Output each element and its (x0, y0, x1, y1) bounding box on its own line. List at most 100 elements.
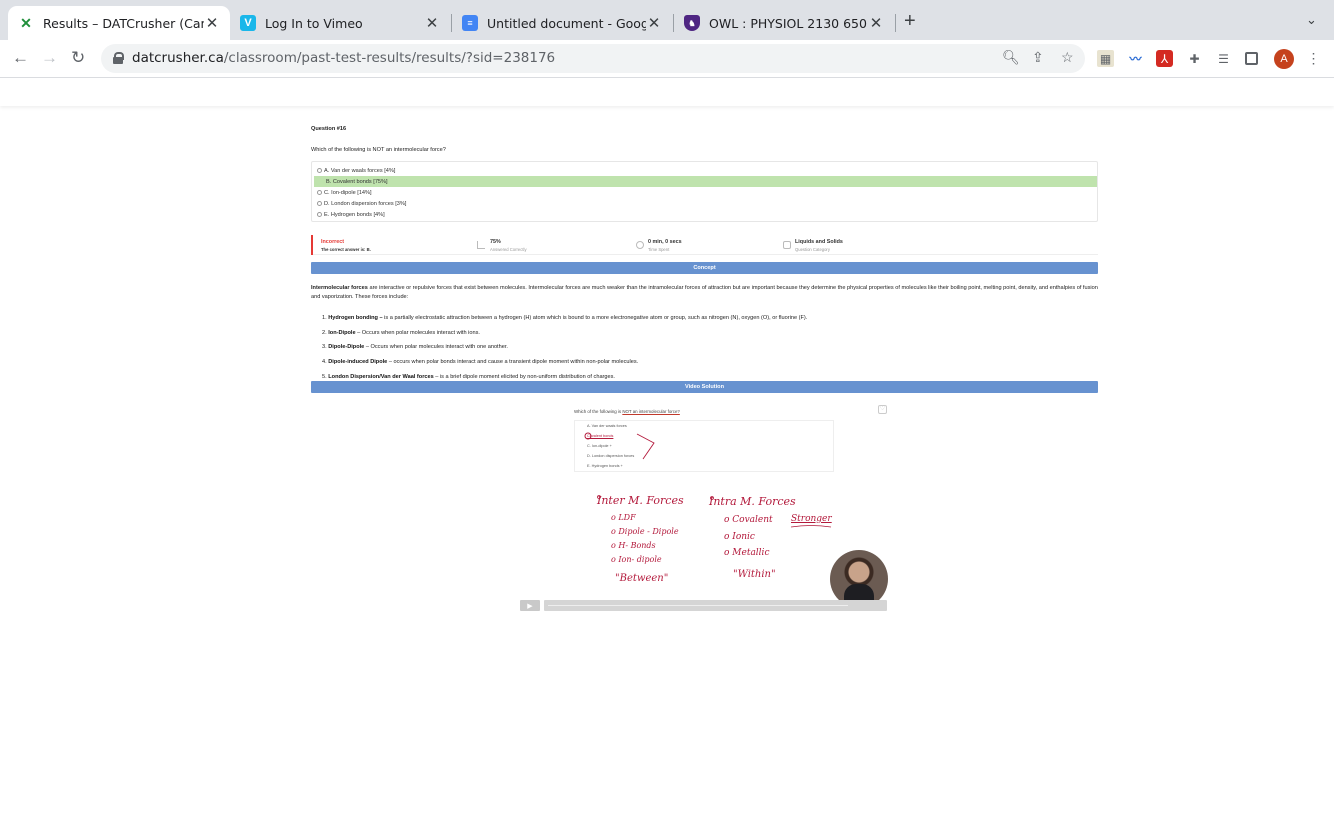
item-term: Hydrogen bonding – (328, 315, 383, 321)
pdf-extension-icon[interactable]: ⅄ (1156, 50, 1173, 67)
choice-label: B. Covalent bonds [75%] (326, 178, 388, 185)
url-text[interactable]: datcrusher.ca/classroom/past-test-result… (132, 50, 555, 66)
item-text: – is a brief dipole moment elicited by n… (433, 374, 615, 380)
choice-label: C. Ion-dipole [14%] (324, 189, 372, 196)
clock-icon (636, 241, 644, 249)
choice-c[interactable]: C. Ion-dipole [14%] (314, 187, 1097, 198)
item-text: – occurs when polar bonds interact and c… (387, 359, 639, 365)
concept-header: Concept (311, 262, 1098, 274)
side-panel-icon[interactable] (1245, 52, 1258, 65)
list-item: 3. Dipole-Dipole – Occurs when polar mol… (322, 344, 508, 350)
correct-answer-note: The correct answer is: B. (321, 247, 371, 252)
question-text: Which of the following is NOT an intermo… (311, 147, 446, 153)
list-item: 4. Dipole-induced Dipole – occurs when p… (322, 359, 638, 365)
list-item: 2. Ion-Dipole – Occurs when polar molecu… (322, 330, 480, 336)
close-icon[interactable]: ✕ (868, 14, 884, 32)
back-icon[interactable]: ← (12, 48, 29, 68)
choice-b[interactable]: B. Covalent bonds [75%] (314, 176, 1097, 187)
tab-title: Results – DATCrusher (Canadian (43, 15, 204, 31)
percent-correct: 75% Answered Correctly (490, 239, 527, 252)
video-player[interactable]: Which of the following is NOT an intermo… (517, 402, 890, 614)
tab-google-docs[interactable]: ≡ Untitled document - Google Docs ✕ (452, 6, 672, 40)
concept-intro: Intermolecular forces are interactive or… (311, 284, 1098, 302)
play-icon[interactable]: ▶ (520, 600, 540, 611)
category-label: Question Category (795, 247, 830, 252)
zoom-icon[interactable]: 🔍︎ (1002, 49, 1020, 66)
tab-owl[interactable]: ♞ OWL : PHYSIOL 2130 650 SU22 ✕ (674, 6, 894, 40)
tab-strip: ✕ Results – DATCrusher (Canadian ✕ V Log… (0, 0, 1334, 40)
calculator-extension-icon[interactable]: ▦ (1097, 50, 1114, 67)
time-value: 0 min, 0 secs (648, 239, 682, 245)
choice-label: E. Hydrogen bonds [4%] (324, 211, 385, 218)
datcrusher-icon: ✕ (20, 14, 32, 31)
lock-icon (113, 52, 124, 64)
item-term: Dipole-Dipole (328, 344, 365, 350)
browser-toolbar: ← → ↻ datcrusher.ca/classroom/past-test-… (0, 40, 1334, 77)
owl-icon: ♞ (684, 15, 700, 31)
reload-icon[interactable]: ↻ (71, 48, 85, 68)
choice-label: D. London dispersion forces [3%] (324, 200, 407, 207)
extensions-puzzle-icon[interactable]: ✚ (1186, 50, 1203, 67)
percent-label: Answered Correctly (490, 247, 527, 252)
time-spent: 0 min, 0 secs Time Spent (648, 239, 682, 252)
time-label: Time Spent (648, 247, 670, 252)
close-icon[interactable]: ✕ (646, 14, 662, 32)
video-controls: ▶ (520, 600, 887, 611)
incorrect-indicator (311, 235, 313, 255)
item-text: is a partially electrostatic attraction … (382, 315, 808, 321)
concept-intro-text: are interactive or repulsive forces that… (311, 285, 1098, 300)
question-number: Question #16 (311, 126, 347, 132)
address-bar[interactable]: datcrusher.ca/classroom/past-test-result… (101, 44, 1085, 73)
bar-chart-icon (477, 241, 485, 249)
result-summary: Incorrect The correct answer is: B. 75% … (311, 235, 1098, 255)
close-icon[interactable]: ✕ (424, 14, 440, 32)
status-text: Incorrect (321, 239, 345, 245)
google-docs-icon: ≡ (462, 15, 478, 31)
category-value: Liquids and Solids (795, 239, 843, 245)
avatar[interactable]: A (1274, 49, 1294, 69)
list-item: 1. Hydrogen bonding – is a partially ele… (322, 315, 807, 321)
tab-title: OWL : PHYSIOL 2130 650 SU22 (709, 15, 868, 31)
item-number: 4. (322, 359, 327, 365)
choice-d[interactable]: D. London dispersion forces [3%] (314, 198, 1097, 209)
vimeo-icon: V (240, 15, 256, 31)
radio-icon[interactable] (317, 201, 322, 206)
video-progress-bar[interactable] (544, 600, 887, 611)
choice-e[interactable]: E. Hydrogen bonds [4%] (314, 209, 1097, 220)
url-path: /classroom/past-test-results/results/?si… (223, 50, 556, 66)
concept-intro-term: Intermolecular forces (311, 285, 368, 291)
media-playlist-icon[interactable]: ☰ (1215, 50, 1232, 67)
item-number: 5. (322, 374, 327, 380)
forward-icon[interactable]: → (41, 48, 58, 68)
item-term: London Dispersion/Van der Waal forces (328, 374, 434, 380)
tab-title: Log In to Vimeo (265, 15, 363, 31)
url-host: datcrusher.ca (132, 50, 224, 66)
close-icon[interactable]: ✕ (204, 14, 220, 32)
new-tab-icon[interactable]: + (904, 10, 916, 33)
result-status: Incorrect The correct answer is: B. (321, 239, 371, 252)
bookmark-star-icon[interactable]: ☆ (1061, 49, 1074, 66)
radio-icon[interactable] (317, 212, 322, 217)
tab-separator (895, 14, 896, 32)
choice-a[interactable]: A. Van der waals forces [4%] (314, 165, 1097, 176)
list-item: 5. London Dispersion/Van der Waal forces… (322, 374, 615, 380)
item-term: Dipole-induced Dipole (328, 359, 388, 365)
tab-title: Untitled document - Google Docs (487, 15, 646, 31)
tab-vimeo[interactable]: V Log In to Vimeo ✕ (230, 6, 450, 40)
radio-icon[interactable] (317, 168, 322, 173)
question-category: Liquids and Solids Question Category (795, 239, 843, 252)
wave-extension-icon[interactable]: 〰 (1127, 50, 1144, 67)
item-text: – Occurs when polar molecules interact w… (364, 344, 508, 350)
radio-icon[interactable] (317, 190, 322, 195)
answer-choices: A. Van der waals forces [4%] B. Covalent… (311, 161, 1098, 222)
item-number: 1. (322, 315, 327, 321)
item-term: Ion-Dipole (328, 330, 356, 336)
item-number: 2. (322, 330, 327, 336)
chevron-down-icon[interactable]: ⌄ (1306, 12, 1317, 28)
share-icon[interactable]: ⇪ (1032, 49, 1044, 66)
tab-datcrusher[interactable]: ✕ Results – DATCrusher (Canadian ✕ (8, 6, 230, 40)
item-number: 3. (322, 344, 327, 350)
more-menu-icon[interactable]: ⋮ (1305, 50, 1322, 67)
percent-value: 75% (490, 239, 501, 245)
site-header (0, 78, 1334, 106)
